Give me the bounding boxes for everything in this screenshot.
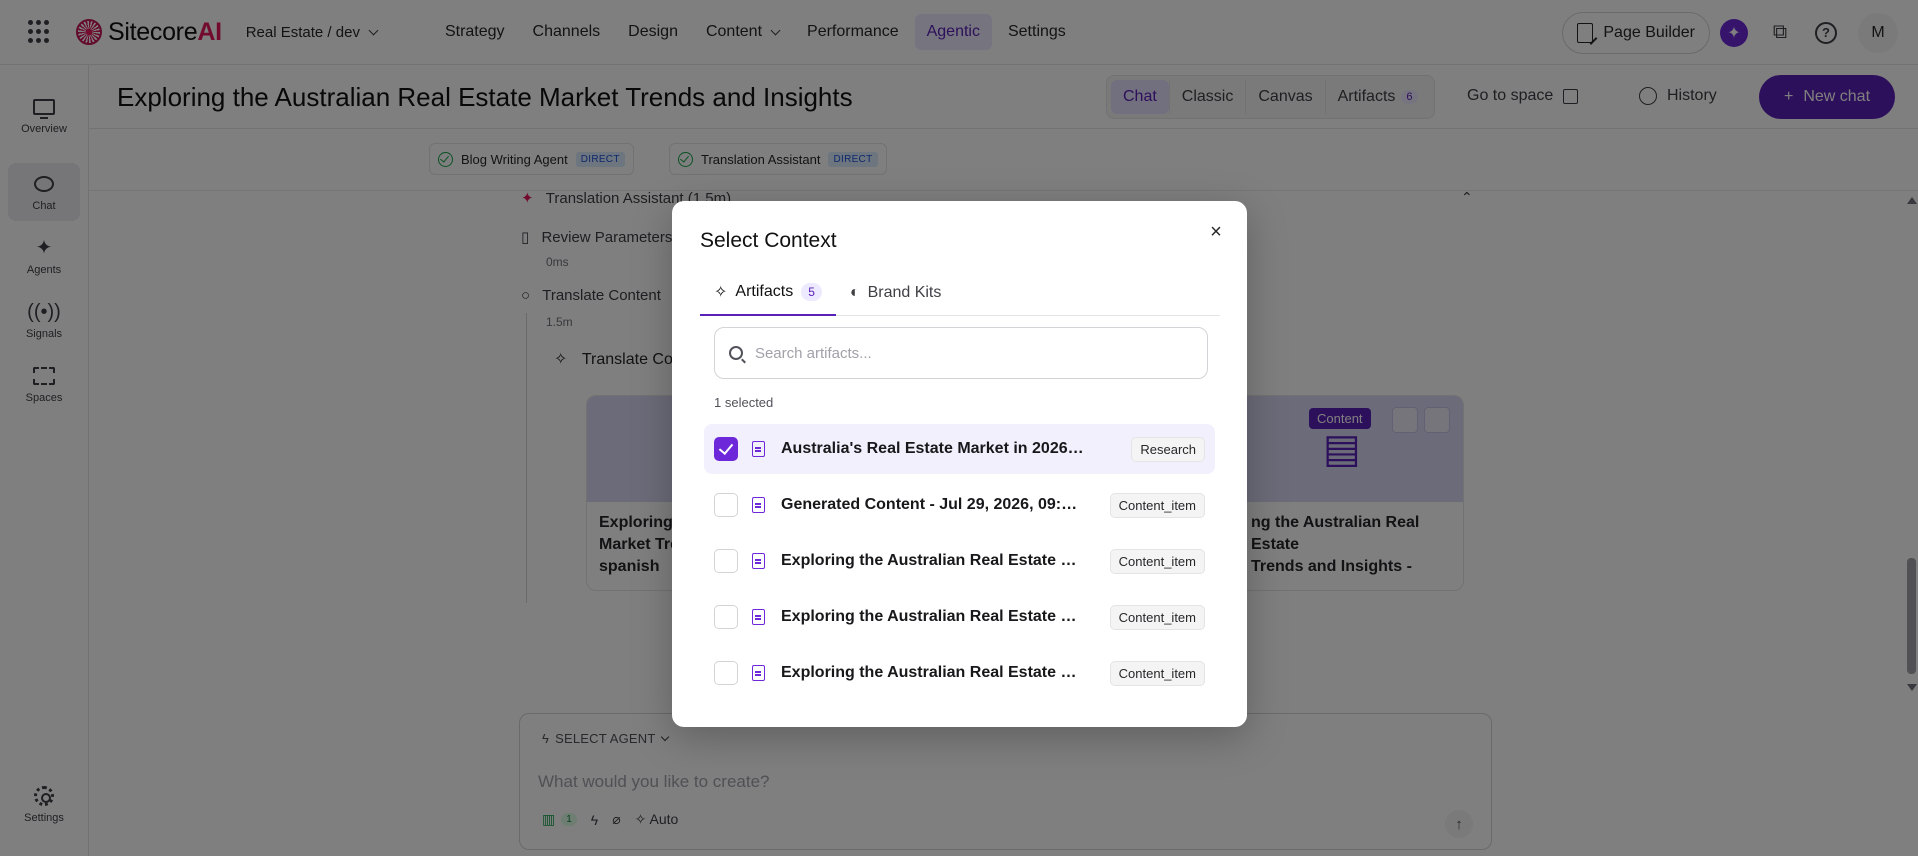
selected-count: 1 selected <box>714 395 774 410</box>
sparkle-icon: ✧ <box>714 284 728 301</box>
document-icon <box>752 665 765 681</box>
artifact-type-badge: Research <box>1131 436 1205 462</box>
dialog-title: Select Context <box>700 229 837 252</box>
document-icon <box>752 441 765 457</box>
artifact-type-badge: Content_item <box>1109 492 1205 518</box>
list-item[interactable]: Australia's Real Estate Market in 2026: … <box>704 424 1215 474</box>
document-icon <box>752 497 765 513</box>
artifact-type-badge: Content_item <box>1109 548 1205 574</box>
artifact-list: Australia's Real Estate Market in 2026: … <box>704 424 1215 704</box>
artifact-title: Australia's Real Estate Market in 2026: … <box>781 440 1085 457</box>
palette-icon: ◐ <box>849 284 860 301</box>
checkbox[interactable] <box>714 493 738 517</box>
tab-label: Brand Kits <box>867 284 942 301</box>
artifact-type-badge: Content_item <box>1109 660 1205 686</box>
checkbox[interactable] <box>714 437 738 461</box>
search-input[interactable] <box>754 344 1193 362</box>
list-item[interactable]: Exploring the Australian Real Estate Mar… <box>704 536 1215 586</box>
document-icon <box>752 553 765 569</box>
artifact-title: Generated Content - Jul 29, 2026, 09:11 … <box>781 496 1085 513</box>
artifact-search <box>714 327 1208 379</box>
tab-label: Artifacts <box>735 283 794 300</box>
artifact-type-badge: Content_item <box>1109 604 1205 630</box>
search-icon <box>729 346 743 360</box>
tab-brand-kits[interactable]: ◐ Brand Kits <box>836 270 955 316</box>
checkbox[interactable] <box>714 605 738 629</box>
list-item[interactable]: Generated Content - Jul 29, 2026, 09:11 … <box>704 480 1215 530</box>
select-context-dialog: Select Context × ✧ Artifacts 5 ◐ Brand K… <box>672 201 1247 727</box>
artifact-title: Exploring the Australian Real Estate Mar… <box>781 552 1085 569</box>
tab-artifacts[interactable]: ✧ Artifacts 5 <box>700 270 836 316</box>
artifact-title: Exploring the Australian Real Estate Mar… <box>781 608 1085 625</box>
list-item[interactable]: Exploring the Australian Real Estate Mar… <box>704 592 1215 642</box>
document-icon <box>752 609 765 625</box>
checkbox[interactable] <box>714 549 738 573</box>
tab-count-badge: 5 <box>801 283 822 301</box>
dialog-tabs: ✧ Artifacts 5 ◐ Brand Kits <box>700 270 1220 316</box>
checkbox[interactable] <box>714 661 738 685</box>
artifact-title: Exploring the Australian Real Estate Mar… <box>781 664 1085 681</box>
close-icon[interactable]: × <box>1207 222 1225 242</box>
list-item[interactable]: Exploring the Australian Real Estate Mar… <box>704 648 1215 698</box>
